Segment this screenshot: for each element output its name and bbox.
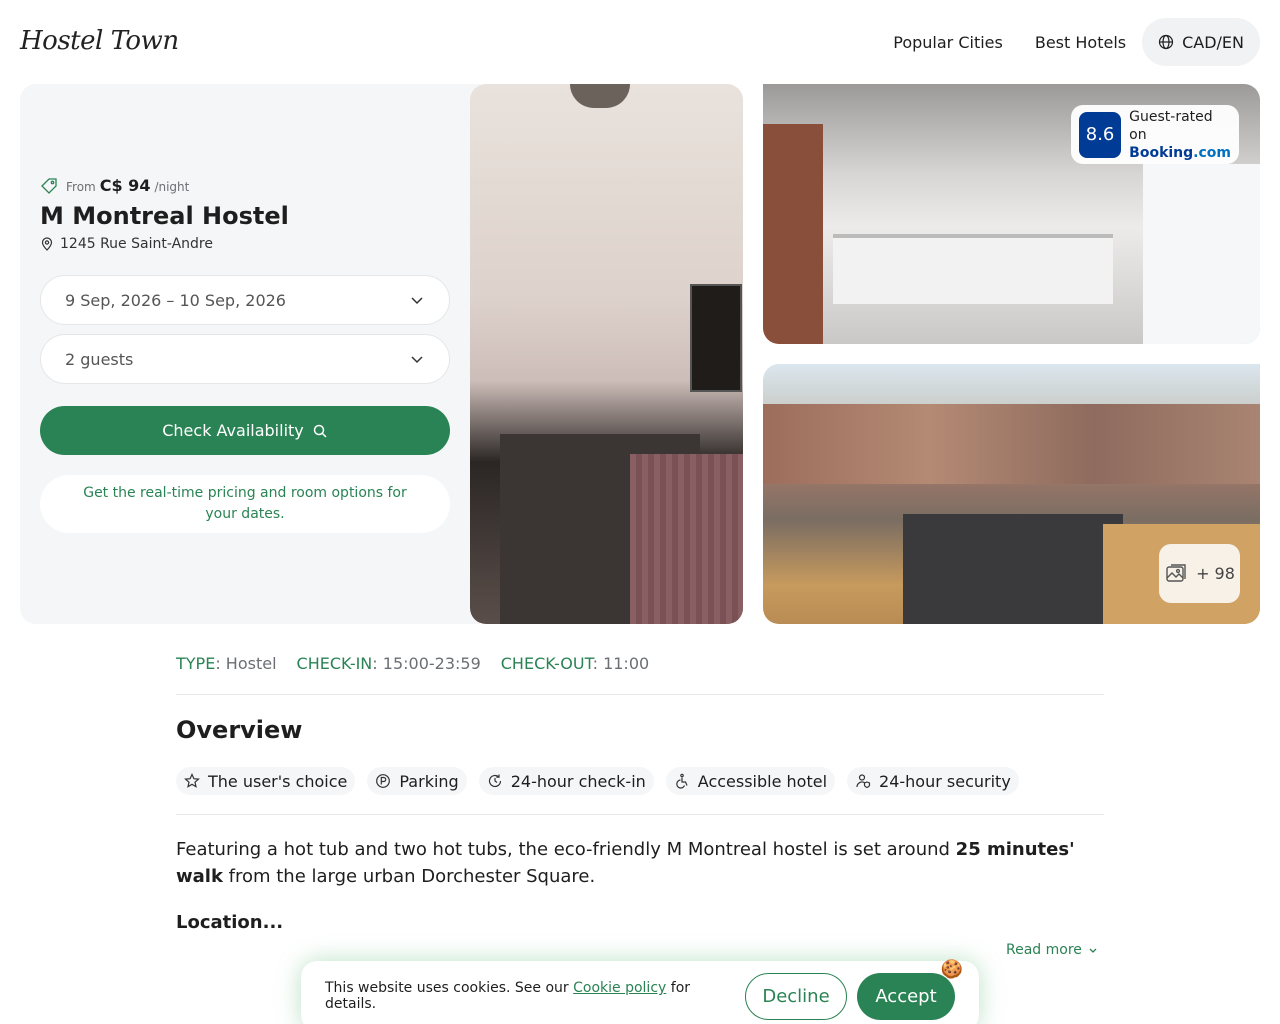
desc-text: Featuring a hot tub and two hot tubs, th… — [176, 839, 956, 860]
site-header: Hostel Town Popular Cities Best Hotels C… — [0, 0, 1280, 84]
overview-title: Overview — [176, 716, 303, 744]
reception-desk — [833, 234, 1113, 304]
booking-panel: From C$ 94 /night M Montreal Hostel 1245… — [20, 84, 480, 624]
chip-label: The user's choice — [208, 771, 348, 791]
guard-icon — [856, 774, 871, 789]
rooftop-structure — [903, 514, 1123, 624]
cookie-banner: This website uses cookies. See our Cooki… — [301, 959, 979, 1024]
rating-score: 8.6 — [1079, 111, 1122, 158]
checkout-value: : 11:00 — [592, 654, 650, 673]
price-tag-icon — [41, 177, 57, 194]
checkin-value: : 15:00-23:59 — [372, 654, 481, 673]
currency-language-button[interactable]: CAD/EN — [1142, 18, 1260, 66]
cookie-policy-link[interactable]: Cookie policy — [573, 980, 666, 996]
chevron-down-icon — [411, 356, 423, 364]
property-info-row: TYPE: Hostel CHECK-IN: 15:00-23:59 CHECK… — [176, 654, 649, 673]
amenity-chips: The user's choice Parking 24-hour check-… — [176, 767, 1019, 795]
read-more-label: Read more — [1006, 942, 1082, 958]
top-nav: Popular Cities Best Hotels CAD/EN — [893, 18, 1260, 66]
rating-label: Guest-rated on — [1129, 108, 1213, 143]
window — [1143, 164, 1260, 344]
chip-accessible: Accessible hotel — [665, 767, 836, 795]
price-row: From C$ 94 /night — [40, 176, 189, 195]
globe-icon — [1158, 34, 1174, 50]
chip-24h-checkin: 24-hour check-in — [478, 767, 654, 795]
checkout-key: CHECK-OUT — [500, 654, 593, 673]
more-photos-count: + 98 — [1196, 564, 1235, 583]
wheelchair-icon — [675, 773, 688, 789]
booking-com-logo: Booking.com — [1129, 144, 1231, 162]
chevron-down-icon — [1089, 948, 1097, 953]
chip-parking: Parking — [367, 767, 467, 795]
location-pin-icon — [41, 237, 53, 251]
divider — [176, 694, 1104, 695]
guests-value: 2 guests — [65, 349, 134, 369]
building-skyline — [763, 404, 1260, 484]
price-unit: /night — [154, 180, 190, 194]
ceiling-lamp-cluster — [570, 84, 630, 108]
guests-select[interactable]: 2 guests — [40, 334, 450, 384]
chip-label: 24-hour security — [879, 771, 1011, 791]
overview-description: Featuring a hot tub and two hot tubs, th… — [176, 836, 1104, 890]
hostel-name: M Montreal Hostel — [40, 202, 289, 230]
menu-board — [690, 284, 742, 392]
chip-label: 24-hour check-in — [510, 771, 646, 791]
checkin-key: CHECK-IN — [296, 654, 373, 673]
cookie-icon: 🍪 — [940, 958, 963, 980]
check-availability-button[interactable]: Check Availability — [40, 406, 450, 455]
booking-brand-suffix: .com — [1193, 144, 1231, 161]
accept-label: Accept — [875, 985, 937, 1007]
currency-language-label: CAD/EN — [1182, 32, 1244, 52]
chevron-down-icon — [411, 297, 423, 305]
date-range-select[interactable]: 9 Sep, 2026 – 10 Sep, 2026 — [40, 275, 450, 325]
wood-panel — [630, 454, 743, 624]
nav-popular-cities[interactable]: Popular Cities — [893, 19, 1003, 66]
checkin-info: CHECK-IN: 15:00-23:59 — [297, 654, 481, 673]
rating-text: Guest-rated on Booking.com — [1129, 108, 1231, 162]
cookie-actions: Decline Accept 🍪 — [745, 959, 963, 1020]
price-from-label: From — [66, 180, 96, 194]
nav-best-hotels[interactable]: Best Hotels — [1035, 19, 1126, 66]
type-key: TYPE — [176, 654, 216, 673]
decline-button[interactable]: Decline — [745, 972, 847, 1020]
address-text: 1245 Rue Saint-Andre — [60, 236, 213, 252]
site-logo[interactable]: Hostel Town — [20, 26, 179, 56]
gallery-photo-cafe[interactable] — [470, 84, 743, 624]
type-value: : Hostel — [215, 654, 277, 673]
star-icon — [184, 773, 200, 788]
more-photos-button[interactable]: + 98 — [1159, 544, 1240, 603]
brick-arch — [763, 124, 823, 344]
check-availability-label: Check Availability — [162, 421, 304, 440]
cookie-text: This website uses cookies. See our Cooki… — [325, 980, 745, 1012]
type-info: TYPE: Hostel — [176, 654, 277, 673]
booking-brand: Booking — [1129, 144, 1194, 161]
chip-label: Accessible hotel — [697, 771, 828, 791]
images-icon — [1166, 563, 1186, 582]
rating-badge: 8.6 Guest-rated on Booking.com — [1071, 105, 1239, 164]
checkout-info: CHECK-OUT: 11:00 — [501, 654, 649, 673]
cookie-text-before: This website uses cookies. See our — [325, 980, 574, 996]
divider — [176, 814, 1104, 815]
accept-button[interactable]: Accept 🍪 — [857, 959, 963, 1020]
clock-cycle-icon — [488, 774, 501, 788]
price-amount: C$ 94 — [99, 176, 151, 195]
location-heading: Location... — [176, 912, 284, 933]
date-range-value: 9 Sep, 2026 – 10 Sep, 2026 — [65, 290, 286, 310]
parking-icon — [376, 774, 391, 788]
desc-text: from the large urban Dorchester Square. — [222, 866, 596, 887]
search-icon — [313, 424, 327, 438]
chip-label: Parking — [399, 771, 459, 791]
read-more-link[interactable]: Read more — [1006, 942, 1098, 958]
pricing-note: Get the real-time pricing and room optio… — [40, 475, 450, 533]
chip-24h-security: 24-hour security — [847, 767, 1019, 795]
chip-users-choice: The user's choice — [176, 767, 356, 795]
address-row: 1245 Rue Saint-Andre — [40, 236, 213, 252]
